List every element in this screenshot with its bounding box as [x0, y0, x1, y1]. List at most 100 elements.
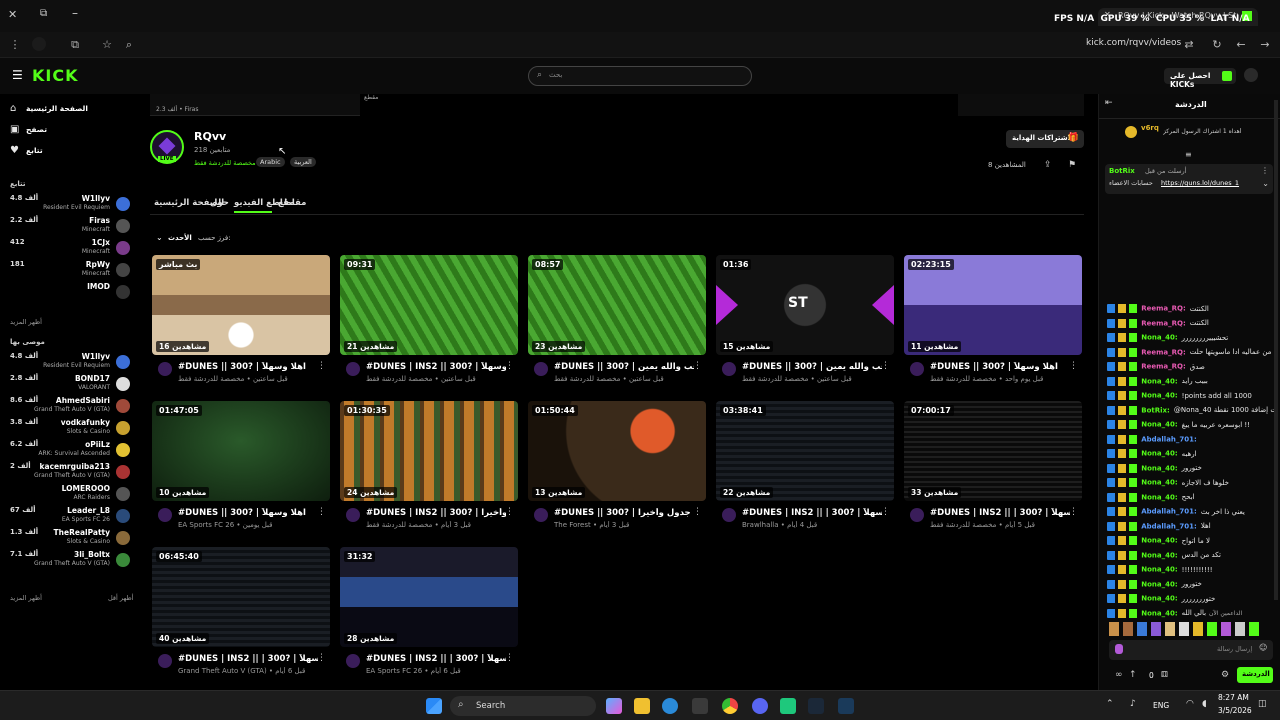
- video-thumbnail[interactable]: 07:00:17 33 مشاهدين: [904, 401, 1082, 501]
- more-options-icon[interactable]: ⋮: [505, 507, 514, 517]
- video-thumbnail[interactable]: 01:30:35 24 مشاهدين: [340, 401, 518, 501]
- sidebar.recommended_items-item[interactable]: 3li_Boltx Grand Theft Auto V (GTA) 7.1 ألف: [6, 550, 132, 572]
- chat-username[interactable]: Nona_40:: [1141, 377, 1177, 385]
- chat-message[interactable]: Nona_40: تحشيييرررررررر: [1107, 333, 1275, 347]
- add-user-icon[interactable]: ⚑: [1068, 160, 1076, 170]
- sidebar.following_items-item[interactable]: Firas Minecraft 2.2 ألف: [6, 216, 132, 238]
- chat-input[interactable]: إرسال رسالة ☺: [1109, 640, 1273, 660]
- channel-avatar[interactable]: [722, 508, 736, 522]
- chat-message[interactable]: Abdallah_701: يعني ذا اخر بث: [1107, 507, 1275, 521]
- sidebar.recommended_items-item[interactable]: oPiiLz ARK: Survival Ascended 6.2 ألف: [6, 440, 132, 462]
- video-title[interactable]: #DUNES | INS2 || | 300? | اهلا وسهلاً: [178, 654, 318, 664]
- show-less-link[interactable]: أظهر أقل: [108, 594, 133, 602]
- video-card[interactable]: بث مباشر 16 مشاهدين #DUNES || 300? | اهلا …: [152, 255, 330, 383]
- video-thumbnail[interactable]: 01:47:05 10 مشاهدين: [152, 401, 330, 501]
- back-icon[interactable]: →: [1258, 38, 1272, 52]
- video-title[interactable]: #DUNES | INS2 || | 300? | اهلا وسهلاً: [366, 654, 506, 664]
- video-card[interactable]: 06:45:40 40 مشاهدين #DUNES | INS2 || | 300…: [152, 547, 330, 675]
- sidebar.recommended_items-item[interactable]: vodkafunky Slots & Casino 3.8 ألف: [6, 418, 132, 440]
- sidebar.following_items-item[interactable]: W1llyv Resident Evil Requiem 4.8 ألف: [6, 194, 132, 216]
- tray-arrow-icon[interactable]: ⌃: [1106, 699, 1114, 709]
- profile-icon[interactable]: [32, 37, 46, 51]
- video-card[interactable]: 03:38:41 22 مشاهدين #DUNES | INS2 || | 300…: [716, 401, 894, 529]
- chat-message[interactable]: Nona_40: تكد من الدس: [1107, 550, 1275, 565]
- more-options-icon[interactable]: ⋮: [1069, 361, 1078, 371]
- copilot-icon[interactable]: [606, 698, 622, 714]
- tab-about[interactable]: حول: [210, 198, 229, 208]
- chat-username[interactable]: Nona_40:: [1141, 566, 1177, 574]
- chat-username[interactable]: Reema_RQ:: [1141, 348, 1186, 356]
- video-title[interactable]: #DUNES | INS2 || | 300? | اهلا وسهلاً: [930, 508, 1070, 518]
- chat-message[interactable]: Nona_40: ختورور: [1107, 579, 1275, 594]
- volume-icon[interactable]: ◖: [1202, 699, 1207, 709]
- minimize-window-icon[interactable]: –: [72, 6, 78, 20]
- tray-mic-icon[interactable]: ♪: [1130, 699, 1136, 709]
- sidebar.following_items-item[interactable]: 1CJx Minecraft 412: [6, 238, 132, 260]
- language-indicator[interactable]: ENG: [1153, 701, 1169, 710]
- chevron-down-icon[interactable]: ⌄: [1262, 179, 1269, 188]
- video-title[interactable]: #DUNES | INS2 || 300? | اهلا وسهلاً: [366, 362, 506, 372]
- video-card[interactable]: ST 01:36 15 مشاهدين #DUNES || 300? | رعب وا…: [716, 255, 894, 383]
- sidebar-item-following[interactable]: ♥ تتابع: [8, 145, 132, 159]
- chat-username[interactable]: Abdallah_701:: [1141, 522, 1197, 530]
- chat-username[interactable]: Nona_40:: [1141, 580, 1177, 588]
- tag-ar[interactable]: العربية: [290, 157, 316, 167]
- sidebar.recommended_items-item[interactable]: TheRealPatty Slots & Casino 1.3 ألف: [6, 528, 132, 550]
- chat-message[interactable]: Reema_RQ: صدق: [1107, 362, 1275, 376]
- chat-message[interactable]: Nona_40: ختوررررررر: [1107, 594, 1275, 608]
- chat-username[interactable]: Abdallah_701:: [1141, 435, 1197, 443]
- video-title[interactable]: #DUNES | INS2 || | 300? | اهلا وسهلاً: [742, 508, 882, 518]
- top-gifters-avatars[interactable]: [1109, 622, 1273, 636]
- video-thumbnail[interactable]: 08:57 23 مشاهدين: [528, 255, 706, 355]
- chat-message[interactable]: Reema_RQ: الكنتت: [1107, 304, 1275, 318]
- zoom-icon[interactable]: ⌕: [122, 38, 136, 52]
- video-title[interactable]: #DUNES | INS2 || 300? | لقينا جدول وأخير…: [366, 508, 506, 518]
- settings-gear-icon[interactable]: ⚙: [1221, 670, 1229, 680]
- more-options-icon[interactable]: ⋮: [693, 507, 702, 517]
- sidebar-item-home[interactable]: ⌂ الصفحة الرئيسية: [8, 103, 132, 117]
- video-thumbnail[interactable]: 06:45:40 40 مشاهدين: [152, 547, 330, 647]
- reload-icon[interactable]: ↻: [1210, 38, 1224, 52]
- channel-avatar[interactable]: [910, 362, 924, 376]
- shield-icon[interactable]: [838, 698, 854, 714]
- sidebar.recommended_items-item[interactable]: kacemrguiba213 Grand Theft Auto V (GTA) 2 …: [6, 462, 132, 484]
- chat-username[interactable]: Nona_40:: [1141, 595, 1177, 603]
- wifi-icon[interactable]: ◠: [1186, 699, 1194, 709]
- file-explorer-icon[interactable]: [634, 698, 650, 714]
- chat-username[interactable]: Abdallah_701:: [1141, 508, 1197, 516]
- tag-arabic[interactable]: Arabic: [256, 157, 285, 167]
- sidebar.recommended_items-item[interactable]: Leader_L8 EA Sports FC 26 67 ألف: [6, 506, 132, 528]
- expand-pinned-icon[interactable]: ≡: [1185, 150, 1192, 159]
- address-bar[interactable]: kick.com/rqvv/videos: [1086, 38, 1181, 48]
- channel-avatar[interactable]: [158, 654, 172, 668]
- chat-message[interactable]: Nona_40: ارهبه: [1107, 449, 1275, 463]
- chat-message[interactable]: BotRix:@Nona_40 تمت إضافة 1000 نقطة: [1107, 405, 1275, 420]
- pinned-bot-message[interactable]: BotRix أرسلت من قبل حسابات الاعضاء https…: [1105, 164, 1273, 194]
- show-more-link[interactable]: أظهر المزيد: [10, 318, 42, 326]
- channel-avatar[interactable]: [158, 362, 172, 376]
- store-icon[interactable]: [692, 698, 708, 714]
- get-kicks-button[interactable]: احصل على KICKs: [1164, 68, 1236, 89]
- site-settings-icon[interactable]: ⇄: [1182, 38, 1196, 52]
- more-options-icon[interactable]: ⋮: [505, 361, 514, 371]
- channel-avatar[interactable]: [346, 362, 360, 376]
- hamburger-menu-icon[interactable]: ☰: [12, 68, 23, 82]
- steam-icon[interactable]: [808, 698, 824, 714]
- sidebar-item-browse[interactable]: ▣ تصفح: [8, 124, 132, 138]
- channel-avatar[interactable]: [158, 508, 172, 522]
- mic-icon[interactable]: [1115, 644, 1123, 654]
- share-icon[interactable]: ⇪: [1044, 160, 1052, 170]
- sidebar.following_items-item[interactable]: RpWy Minecraft 181: [6, 260, 132, 282]
- chat-message[interactable]: Nona_40:!!!!!!!!!!!: [1107, 565, 1275, 579]
- app-icon[interactable]: [780, 698, 796, 714]
- chat-message[interactable]: Reema_RQ: من عماليه ادا ماسويتها حلت: [1107, 347, 1275, 362]
- menu-dots-icon[interactable]: ⋮: [8, 38, 22, 52]
- chat-message[interactable]: Nona_40: ابحح: [1107, 492, 1275, 507]
- tab-clips[interactable]: مقاطع: [278, 198, 306, 208]
- video-card[interactable]: 01:30:35 24 مشاهدين #DUNES | INS2 || 300? …: [340, 401, 518, 529]
- send-chat-button[interactable]: الدردشة: [1237, 667, 1273, 683]
- chat-username[interactable]: Nona_40:: [1141, 609, 1177, 617]
- sidebar.following_items-item[interactable]: IMOD: [6, 282, 132, 304]
- user-avatar[interactable]: [1244, 68, 1258, 82]
- channel-avatar[interactable]: [910, 508, 924, 522]
